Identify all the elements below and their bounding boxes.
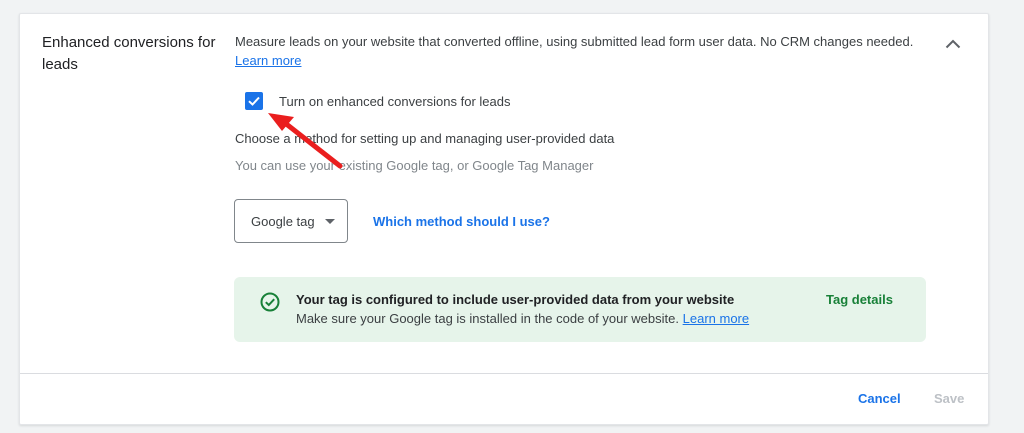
save-button[interactable]: Save (934, 391, 964, 406)
check-circle-icon (260, 292, 280, 312)
enhanced-conversions-checkbox[interactable] (245, 92, 263, 110)
banner-body: Make sure your Google tag is installed i… (296, 311, 749, 326)
which-method-link[interactable]: Which method should I use? (373, 214, 550, 229)
method-subtitle: You can use your existing Google tag, or… (235, 158, 594, 173)
cancel-button[interactable]: Cancel (858, 391, 901, 406)
collapse-button[interactable] (941, 32, 965, 56)
description-text: Measure leads on your website that conve… (235, 34, 914, 49)
footer-divider (20, 373, 988, 374)
tag-details-link[interactable]: Tag details (826, 292, 893, 307)
dropdown-value: Google tag (251, 213, 315, 229)
checkmark-icon (248, 96, 260, 106)
checkbox-label: Turn on enhanced conversions for leads (279, 93, 511, 109)
section-description: Measure leads on your website that conve… (235, 32, 925, 70)
method-title: Choose a method for setting up and manag… (235, 131, 615, 146)
dropdown-caret-icon (324, 218, 335, 224)
section-title: Enhanced conversions for leads (42, 34, 216, 73)
tag-status-banner: Your tag is configured to include user-p… (234, 277, 926, 342)
banner-body-text: Make sure your Google tag is installed i… (296, 311, 679, 326)
chevron-up-icon (945, 39, 961, 49)
banner-title: Your tag is configured to include user-p… (296, 292, 735, 307)
method-dropdown[interactable]: Google tag (234, 199, 348, 243)
learn-more-link[interactable]: Learn more (235, 53, 301, 68)
banner-learn-more-link[interactable]: Learn more (683, 311, 749, 326)
enhanced-conversions-toggle-row: Turn on enhanced conversions for leads (245, 92, 511, 110)
settings-card: Enhanced conversions for leads Measure l… (19, 13, 989, 425)
